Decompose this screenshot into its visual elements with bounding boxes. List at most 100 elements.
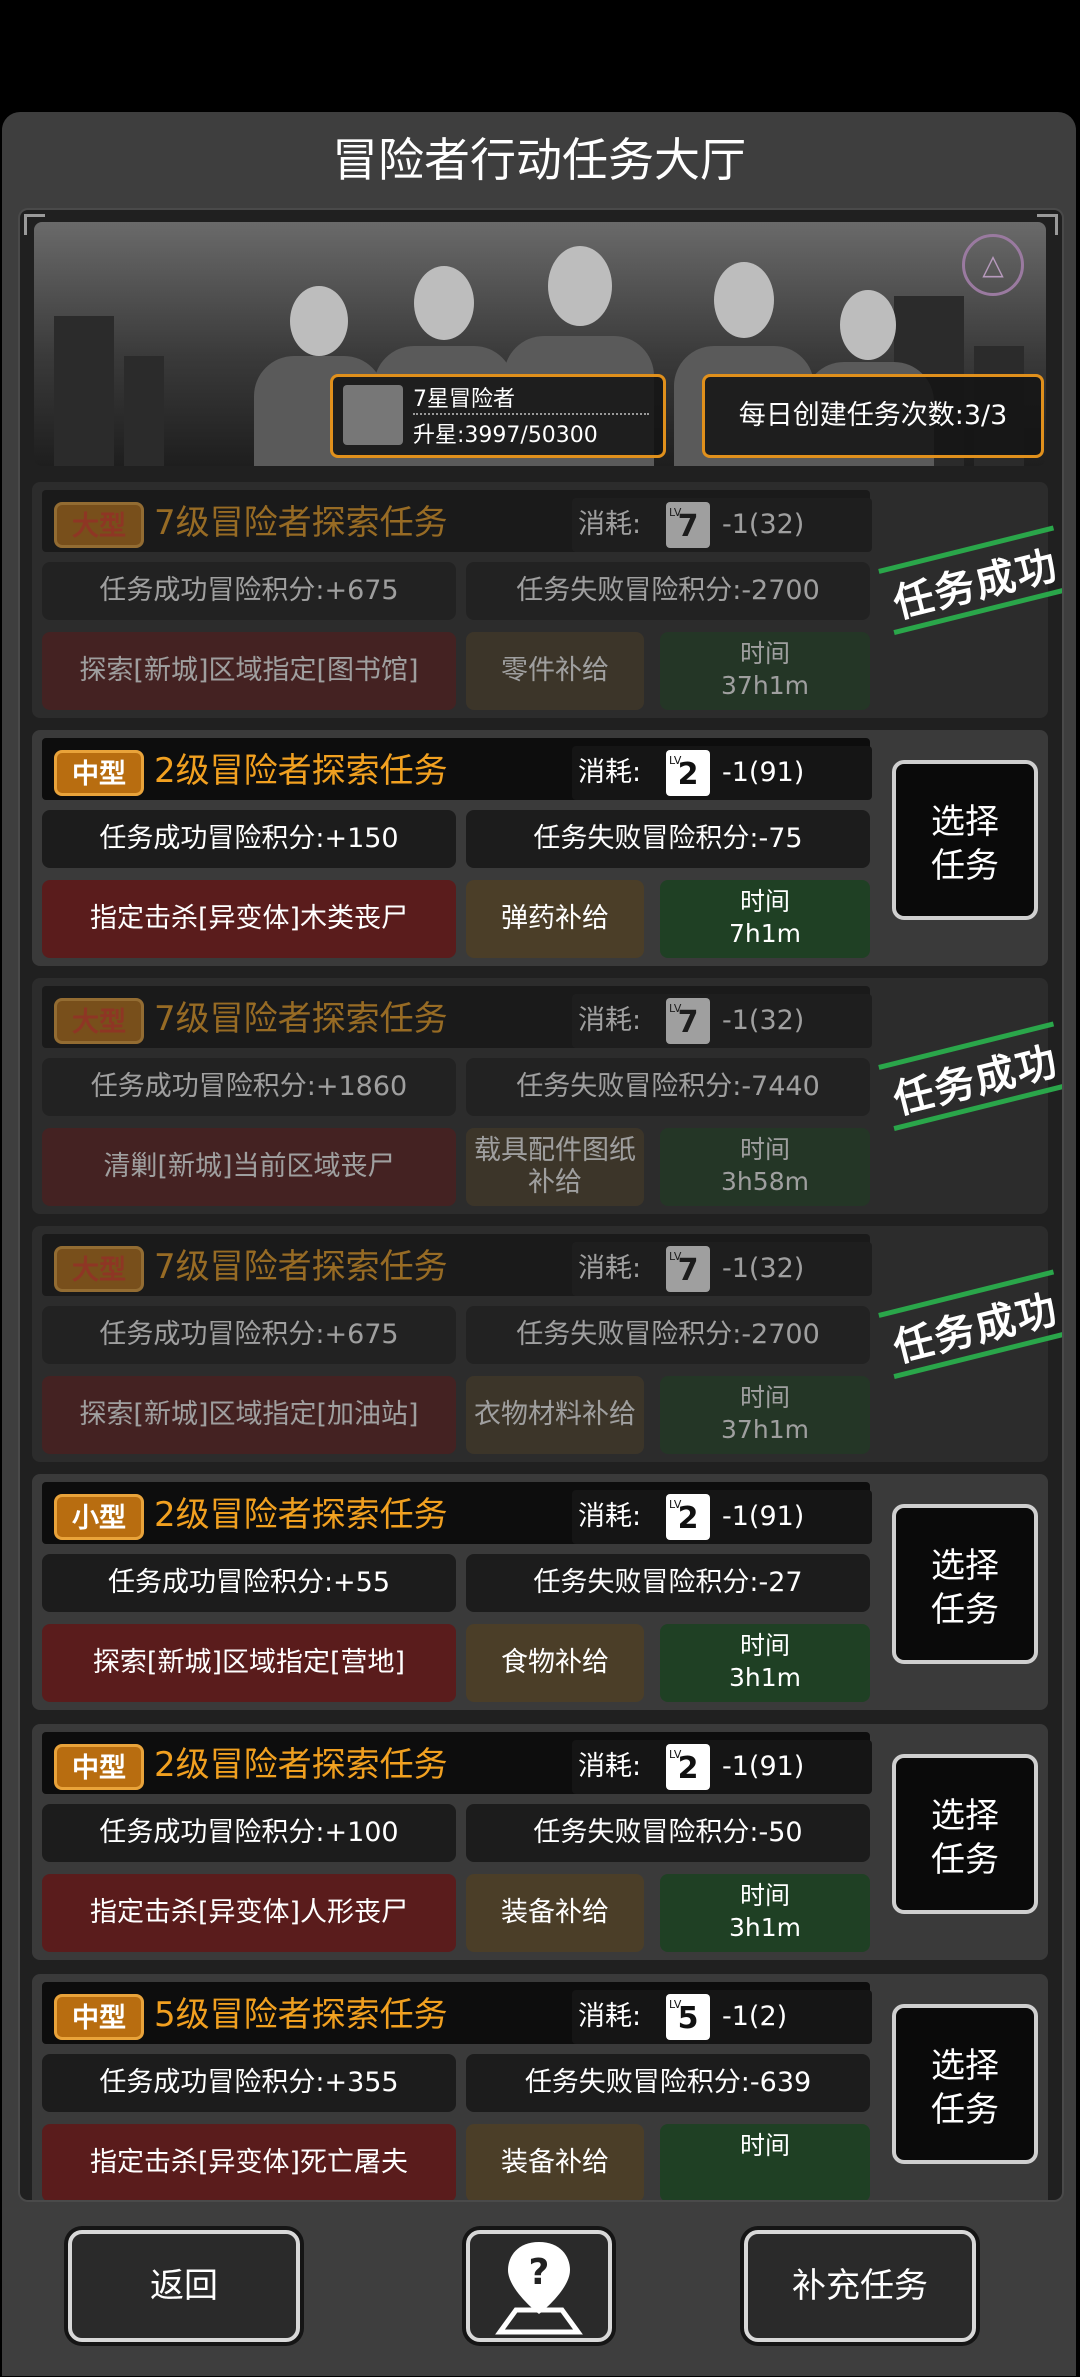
task-objective-button[interactable]: 探索[新城]区域指定[加油站] — [42, 1376, 456, 1454]
task-card[interactable]: 大型 7级冒险者探索任务 消耗: LV. 7 -1(32) 任务成功冒险积分:+6… — [32, 1226, 1062, 1462]
svg-text:?: ? — [529, 2252, 550, 2293]
faction-emblem-icon: △ — [962, 234, 1024, 296]
supply-reward-button[interactable]: 食物补给 — [466, 1624, 644, 1702]
task-size-badge: 中型 — [54, 750, 144, 796]
success-reward: 任务成功冒险积分:+675 — [42, 562, 456, 620]
time-value: 3h1m — [728, 1663, 801, 1692]
select-task-button[interactable]: 选择 任务 — [892, 1504, 1038, 1664]
level-card-icon: LV. 5 — [666, 1994, 710, 2040]
task-card[interactable]: 中型 2级冒险者探索任务 消耗: LV. 2 -1(91) 任务成功冒险积分:+1… — [32, 1724, 1048, 1960]
cost-label: 消耗: — [578, 509, 642, 540]
cost-value: -1(91) — [722, 1501, 805, 1532]
level-card-prefix: LV. — [669, 1748, 684, 1761]
task-list-panel[interactable]: △ 7星冒险者 升星:3997/50300 每日创建任务次数:3/3 大型 7级… — [18, 208, 1064, 2202]
hall-window: 冒险者行动任务大厅 △ 7星冒险者 升星:3997/50300 每日创建任务次数… — [2, 112, 1076, 2376]
level-card-icon: LV. 7 — [666, 502, 710, 548]
supply-label: 装备补给 — [501, 1897, 609, 1928]
task-title: 7级冒险者探索任务 — [154, 503, 448, 543]
cost-label: 消耗: — [578, 1005, 642, 1036]
select-label-1: 选择 — [931, 802, 999, 842]
task-objective-button[interactable]: 探索[新城]区域指定[营地] — [42, 1624, 456, 1702]
success-reward: 任务成功冒险积分:+55 — [42, 1554, 456, 1612]
select-label-2: 任务 — [931, 2090, 999, 2130]
bottom-bar: 返回 ? 补充任务 — [2, 2198, 1076, 2376]
task-card[interactable]: 小型 2级冒险者探索任务 消耗: LV. 2 -1(91) 任务成功冒险积分:+5… — [32, 1474, 1048, 1710]
task-header: 大型 7级冒险者探索任务 消耗: LV. 7 -1(32) — [42, 986, 872, 1048]
time-button[interactable]: 时间 3h58m — [660, 1128, 870, 1206]
task-title: 2级冒险者探索任务 — [154, 1495, 448, 1535]
task-size-badge: 中型 — [54, 1744, 144, 1790]
supply-reward-button[interactable]: 弹药补给 — [466, 880, 644, 958]
player-rank-panel: 7星冒险者 升星:3997/50300 — [330, 374, 666, 458]
time-label: 时间 — [739, 1383, 790, 1412]
select-task-button[interactable]: 选择 任务 — [892, 760, 1038, 920]
supply-reward-button[interactable]: 装备补给 — [466, 2124, 644, 2200]
refill-tasks-button[interactable]: 补充任务 — [744, 2230, 976, 2342]
supply-reward-button[interactable]: 装备补给 — [466, 1874, 644, 1952]
supply-label: 零件补给 — [501, 655, 609, 686]
task-objective-button[interactable]: 探索[新城]区域指定[图书馆] — [42, 632, 456, 710]
task-size-badge: 小型 — [54, 1494, 144, 1540]
cost-value: -1(32) — [722, 509, 805, 540]
time-label: 时间 — [739, 1631, 790, 1660]
task-card[interactable]: 中型 5级冒险者探索任务 消耗: LV. 5 -1(2) 任务成功冒险积分:+35… — [32, 1974, 1048, 2200]
back-button[interactable]: 返回 — [68, 2230, 300, 2342]
time-button[interactable]: 时间 37h1m — [660, 1376, 870, 1454]
task-objective-button[interactable]: 清剿[新城]当前区域丧尸 — [42, 1128, 456, 1206]
task-cost: 消耗: LV. 2 -1(91) — [572, 746, 872, 800]
select-task-button[interactable]: 选择 任务 — [892, 2004, 1038, 2164]
task-success-stamp: 任务成功 — [876, 1021, 1062, 1132]
level-card-prefix: LV. — [669, 506, 684, 519]
task-title: 2级冒险者探索任务 — [154, 751, 448, 791]
map-help-icon: ? — [495, 2242, 583, 2335]
level-card-prefix: LV. — [669, 1998, 684, 2011]
time-button[interactable]: 时间 3h1m — [660, 1624, 870, 1702]
supply-reward-button[interactable]: 零件补给 — [466, 632, 644, 710]
cost-value: -1(91) — [722, 1751, 805, 1782]
time-value: 37h1m — [721, 1415, 809, 1444]
time-button[interactable]: 时间 3h1m — [660, 1874, 870, 1952]
supply-reward-button[interactable]: 载具配件图纸补给 — [466, 1128, 644, 1206]
supply-reward-button[interactable]: 衣物材料补给 — [466, 1376, 644, 1454]
task-objective-button[interactable]: 指定击杀[异变体]死亡屠夫 — [42, 2124, 456, 2200]
level-card-icon: LV. 7 — [666, 998, 710, 1044]
building — [54, 316, 114, 466]
task-title: 7级冒险者探索任务 — [154, 1247, 448, 1287]
time-button[interactable]: 时间 37h1m — [660, 632, 870, 710]
task-success-stamp: 任务成功 — [876, 525, 1062, 636]
cost-label: 消耗: — [578, 1501, 642, 1532]
task-header: 大型 7级冒险者探索任务 消耗: LV. 7 -1(32) — [42, 490, 872, 552]
avatar — [343, 385, 403, 445]
cost-label: 消耗: — [578, 2001, 642, 2032]
level-card-prefix: LV. — [669, 1498, 684, 1511]
select-task-button[interactable]: 选择 任务 — [892, 1754, 1038, 1914]
task-objective-button[interactable]: 指定击杀[异变体]人形丧尸 — [42, 1874, 456, 1952]
select-label-1: 选择 — [931, 1796, 999, 1836]
select-label-1: 选择 — [931, 1546, 999, 1586]
success-reward: 任务成功冒险积分:+100 — [42, 1804, 456, 1862]
time-button[interactable]: 时间 7h1m — [660, 880, 870, 958]
task-cost: 消耗: LV. 7 -1(32) — [572, 994, 872, 1048]
adventurer-banner: △ 7星冒险者 升星:3997/50300 每日创建任务次数:3/3 — [34, 222, 1046, 466]
task-cost: 消耗: LV. 2 -1(91) — [572, 1490, 872, 1544]
time-value: 3h58m — [721, 1167, 809, 1196]
level-card-icon: LV. 2 — [666, 750, 710, 796]
cost-label: 消耗: — [578, 1751, 642, 1782]
task-header: 大型 7级冒险者探索任务 消耗: LV. 7 -1(32) — [42, 1234, 872, 1296]
task-cost: 消耗: LV. 7 -1(32) — [572, 498, 872, 552]
task-card[interactable]: 中型 2级冒险者探索任务 消耗: LV. 2 -1(91) 任务成功冒险积分:+1… — [32, 730, 1048, 966]
task-card[interactable]: 大型 7级冒险者探索任务 消耗: LV. 7 -1(32) 任务成功冒险积分:+1… — [32, 978, 1062, 1214]
select-label-1: 选择 — [931, 2046, 999, 2086]
time-value: 7h1m — [728, 919, 801, 948]
time-label: 时间 — [739, 1135, 790, 1164]
task-card[interactable]: 大型 7级冒险者探索任务 消耗: LV. 7 -1(32) 任务成功冒险积分:+6… — [32, 482, 1062, 718]
level-card-prefix: LV. — [669, 1002, 684, 1015]
success-reward: 任务成功冒险积分:+1860 — [42, 1058, 456, 1116]
task-header: 中型 2级冒险者探索任务 消耗: LV. 2 -1(91) — [42, 1732, 872, 1794]
time-button[interactable]: 时间 — [660, 2124, 870, 2200]
select-label-2: 任务 — [931, 1840, 999, 1880]
task-title: 7级冒险者探索任务 — [154, 999, 448, 1039]
task-objective-button[interactable]: 指定击杀[异变体]木类丧尸 — [42, 880, 456, 958]
cost-value: -1(91) — [722, 757, 805, 788]
help-button[interactable]: ? — [466, 2230, 612, 2342]
